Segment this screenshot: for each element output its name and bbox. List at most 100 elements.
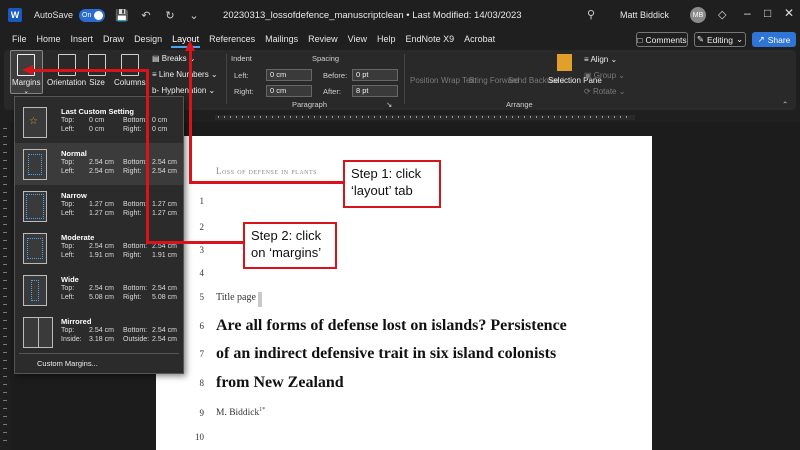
margin-bottom-label: Bottom: [123, 201, 148, 208]
margin-right-label: Right: [123, 168, 142, 175]
avatar[interactable]: MB [690, 7, 706, 23]
ruler-tick [3, 216, 7, 217]
custom-margins-item[interactable]: Custom Margins... [37, 359, 98, 368]
margin-top-value: 2.54 cm [89, 327, 114, 334]
chevron-down-icon[interactable]: ⌄ [187, 8, 201, 22]
editing-button[interactable]: ✎ Editing ⌄ [694, 32, 746, 47]
position-button[interactable]: Position [410, 76, 438, 85]
margin-top-value: 2.54 cm [89, 159, 114, 166]
ruler-tick [494, 116, 495, 118]
tab-endnote[interactable]: EndNote X9 [401, 30, 460, 48]
paragraph-dialog-launcher-icon[interactable]: ↘ [386, 100, 392, 109]
ruler-tick [3, 128, 7, 129]
collapse-ribbon-icon[interactable]: ⌃ [782, 100, 788, 109]
ruler-tick [560, 116, 561, 118]
close-icon[interactable]: ✕ [784, 6, 794, 20]
document-heading-line-3[interactable]: from New Zealand [216, 374, 344, 392]
diamond-icon[interactable]: ◇ [718, 8, 726, 21]
margin-option-wide[interactable]: Wide Top: 2.54 cm Bottom: 2.54 cm Left: … [15, 269, 183, 311]
title-page-label[interactable]: Title page [216, 292, 256, 303]
ruler-tick [518, 116, 519, 118]
annotation-arrow-line [33, 69, 149, 72]
margin-option-mirrored[interactable]: Mirrored Top: 2.54 cm Bottom: 2.54 cm In… [15, 311, 183, 353]
ruler-tick [308, 116, 309, 118]
vertical-ruler[interactable] [0, 122, 10, 450]
tab-file[interactable]: File [7, 30, 32, 48]
tab-view[interactable]: View [343, 30, 372, 48]
author-line[interactable]: M. Biddick1* [216, 407, 265, 418]
group-button[interactable]: ▣ Group ⌄ [584, 71, 625, 80]
orientation-icon [57, 54, 76, 76]
margin-option-normal[interactable]: Normal Top: 2.54 cm Bottom: 2.54 cm Left… [15, 143, 183, 185]
rotate-button[interactable]: ⟳ Rotate ⌄ [584, 87, 625, 96]
ruler-tick [3, 176, 7, 177]
margin-option-last-custom[interactable]: ☆ Last Custom Setting Top: 0 cm Bottom: … [15, 101, 183, 143]
save-icon[interactable]: 💾 [115, 8, 129, 22]
margin-preview [28, 154, 42, 175]
tab-draw[interactable]: Draw [98, 30, 129, 48]
indent-left-input[interactable]: 0 cm [266, 69, 312, 81]
ruler-tick [3, 256, 7, 257]
tab-acrobat[interactable]: Acrobat [459, 30, 500, 48]
margin-left-label: Left: [61, 210, 75, 217]
ruler-tick [218, 116, 219, 118]
margin-right-value: 1.27 cm [152, 210, 177, 217]
annotation-arrow-line [146, 69, 149, 244]
autosave-state: On [82, 11, 92, 19]
document-header[interactable]: Loss of defense in plants [216, 166, 317, 176]
ruler-tick [3, 288, 7, 289]
tab-mailings[interactable]: Mailings [260, 30, 303, 48]
tab-review[interactable]: Review [303, 30, 343, 48]
ruler-tick [446, 116, 447, 118]
normal-margin-icon [23, 149, 47, 180]
align-button[interactable]: ≡ Align ⌄ [584, 55, 617, 64]
tab-help[interactable]: Help [372, 30, 401, 48]
document-title[interactable]: 20230313_lossofdefence_manuscriptclean •… [223, 10, 522, 21]
ruler-tick [3, 352, 7, 353]
search-icon[interactable]: ⚲ [587, 8, 601, 22]
ruler-tick [362, 116, 363, 118]
minimize-icon[interactable]: – [744, 6, 751, 20]
margin-option-name: Last Custom Setting [61, 107, 134, 116]
ruler-tick [620, 116, 621, 118]
margin-left-value: 1.91 cm [89, 252, 114, 259]
ruler-tick [3, 280, 7, 281]
ruler-tick [260, 116, 261, 118]
tab-references[interactable]: References [204, 30, 260, 48]
document-heading-line-2[interactable]: of an indirect defensive trait in six is… [216, 345, 556, 363]
share-button[interactable]: ↗ Share [752, 32, 796, 47]
tab-insert[interactable]: Insert [66, 30, 99, 48]
ruler-tick [3, 392, 7, 393]
indent-left-label: Left: [234, 71, 249, 80]
restore-icon[interactable]: □ [764, 6, 771, 20]
ruler-tick [590, 116, 591, 118]
margin-top-label: Top: [61, 243, 75, 250]
line-numbers-button[interactable]: ≡ Line Numbers ⌄ [152, 70, 218, 79]
ruler-tick [326, 116, 327, 118]
document-heading-line-1[interactable]: Are all forms of defense lost on islands… [216, 317, 567, 335]
ruler-tick [3, 376, 7, 377]
indent-right-input[interactable]: 0 cm [266, 85, 312, 97]
undo-icon[interactable]: ↶ [139, 8, 153, 22]
tab-design[interactable]: Design [129, 30, 167, 48]
spacing-after-input[interactable]: 8 pt [352, 85, 398, 97]
ruler-tick [476, 116, 477, 118]
star-icon: ☆ [29, 116, 38, 127]
comment-icon: □ [637, 34, 643, 45]
ruler-tick [3, 384, 7, 385]
breaks-label: Breaks [161, 54, 187, 63]
step2-callout: Step 2: click on ‘margins’ [243, 222, 337, 269]
redo-icon[interactable]: ↻ [163, 8, 177, 22]
hyphenation-button[interactable]: b‑ Hyphenation ⌄ [152, 86, 215, 95]
margin-inside-value: 3.18 cm [89, 336, 114, 343]
step1-callout: Step 1: click ‘layout’ tab [343, 160, 441, 208]
autosave-toggle[interactable]: On [79, 8, 106, 22]
margin-left-value: 0 cm [89, 126, 105, 133]
tab-home[interactable]: Home [32, 30, 66, 48]
comments-button[interactable]: □ Comments [636, 32, 688, 47]
margin-option-narrow[interactable]: Narrow Top: 1.27 cm Bottom: 1.27 cm Left… [15, 185, 183, 227]
ruler-tick [356, 116, 357, 118]
margin-option-moderate[interactable]: Moderate Top: 2.54 cm Bottom: 2.54 cm Le… [15, 227, 183, 269]
spacing-before-input[interactable]: 0 pt [352, 69, 398, 81]
ruler-tick [506, 116, 507, 118]
